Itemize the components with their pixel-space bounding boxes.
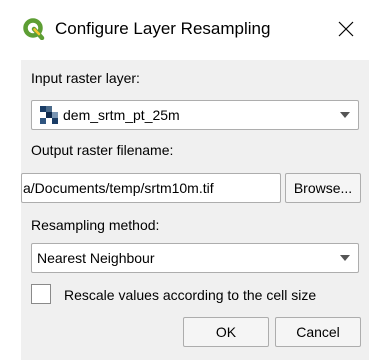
configure-layer-resampling-dialog: Configure Layer Resampling Input raster …	[0, 0, 369, 360]
input-raster-layer-label: Input raster layer:	[31, 70, 140, 86]
chevron-down-icon	[340, 255, 350, 261]
output-raster-filename-value: a/Documents/temp/srtm10m.tif	[23, 180, 214, 196]
cancel-button[interactable]: Cancel	[275, 317, 361, 347]
resampling-method-value: Nearest Neighbour	[37, 250, 155, 266]
dialog-body: Input raster layer: dem_srtm_pt_25m Outp…	[21, 60, 369, 360]
chevron-down-icon	[340, 112, 350, 118]
title-bar: Configure Layer Resampling	[0, 0, 369, 60]
output-raster-filename-field[interactable]: a/Documents/temp/srtm10m.tif	[21, 173, 281, 203]
resampling-method-label: Resampling method:	[31, 217, 160, 233]
input-raster-layer-value: dem_srtm_pt_25m	[63, 107, 180, 123]
output-raster-filename-label: Output raster filename:	[31, 142, 174, 158]
window-title: Configure Layer Resampling	[55, 19, 271, 38]
raster-layer-icon	[40, 106, 58, 124]
input-raster-layer-combobox[interactable]: dem_srtm_pt_25m	[31, 100, 359, 130]
ok-button[interactable]: OK	[183, 317, 269, 347]
close-icon	[338, 21, 354, 37]
rescale-values-label: Rescale values according to the cell siz…	[64, 287, 317, 303]
qgis-logo-icon	[23, 18, 45, 40]
browse-button[interactable]: Browse...	[285, 173, 361, 203]
rescale-values-checkbox[interactable]	[31, 284, 51, 304]
close-button[interactable]	[331, 14, 361, 44]
resampling-method-combobox[interactable]: Nearest Neighbour	[31, 243, 359, 273]
